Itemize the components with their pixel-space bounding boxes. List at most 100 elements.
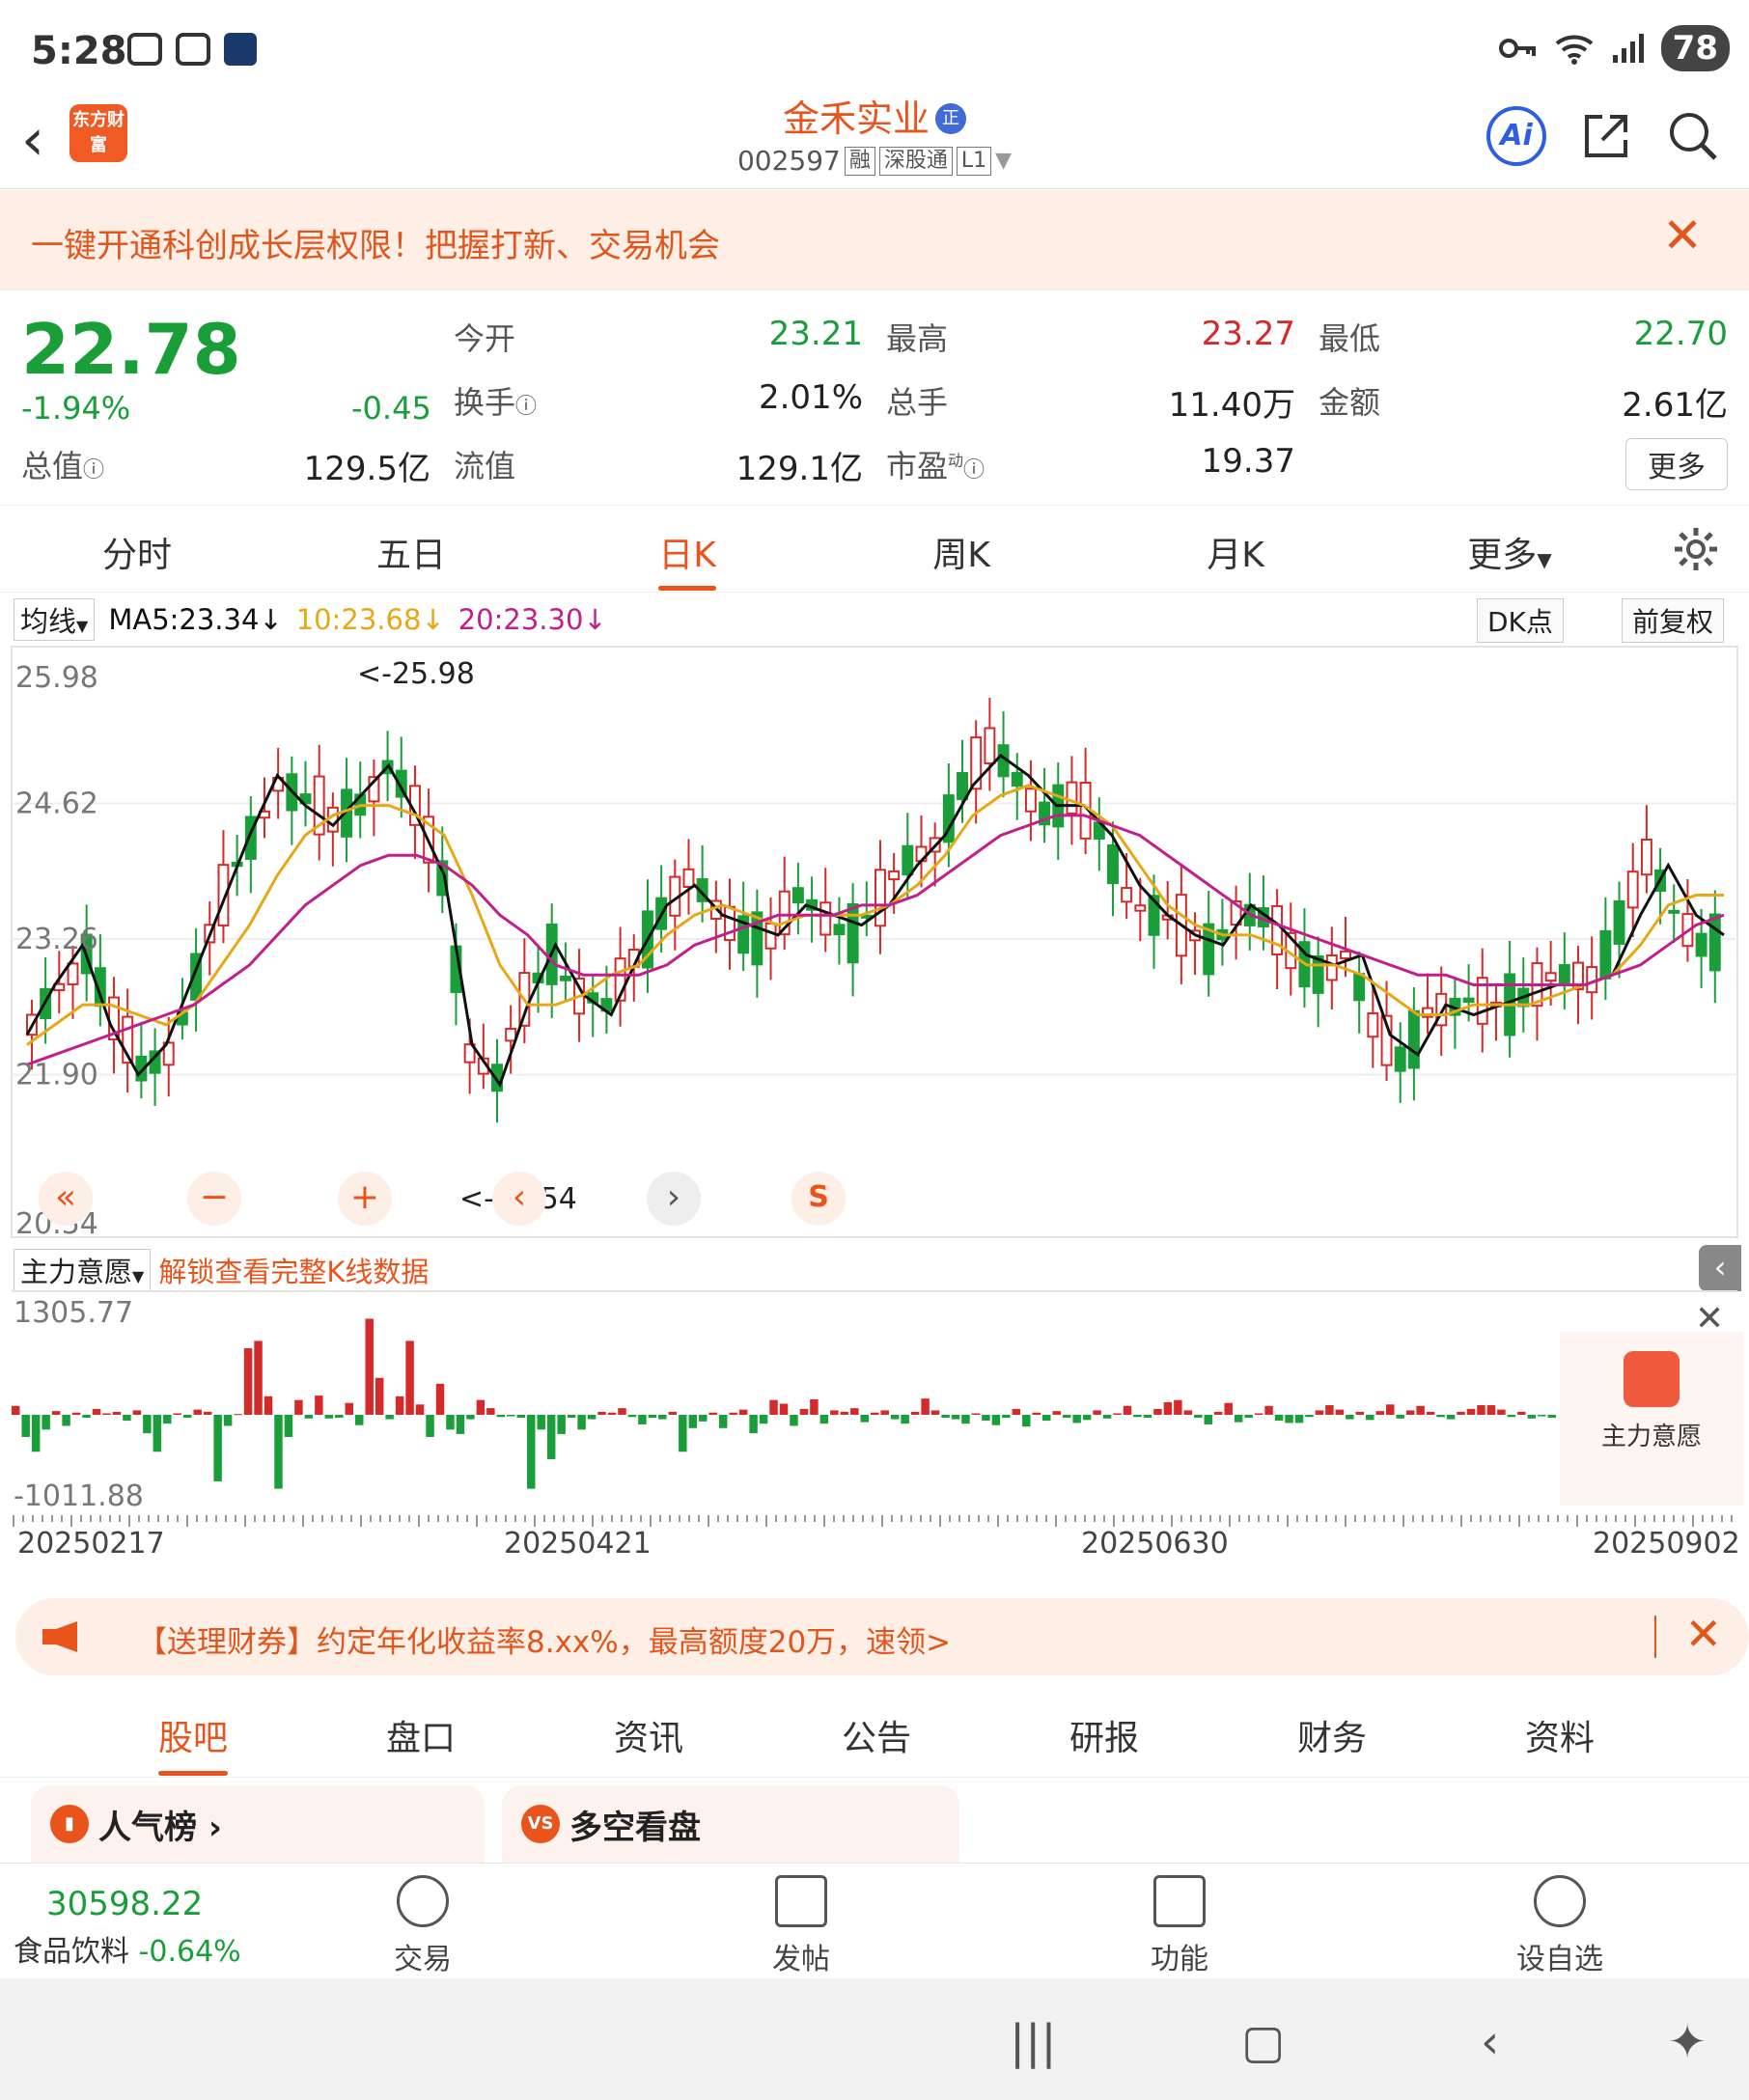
intent-bar [92, 1408, 101, 1415]
intent-bar [1305, 1415, 1314, 1418]
turnover-value: 2.01% [758, 378, 863, 417]
content-tabs: 股吧 盘口 资讯 公告 研报 财务 资料 [0, 1689, 1749, 1778]
lock-chart-icon [1624, 1351, 1680, 1407]
ai-button[interactable]: Ai [1486, 106, 1546, 166]
intent-bar [516, 1415, 525, 1419]
intent-bar [132, 1410, 142, 1415]
zoom-in-button[interactable]: + [338, 1172, 392, 1226]
high-value: 23.27 [1201, 315, 1295, 353]
share-icon[interactable] [1579, 109, 1633, 163]
unlock-link[interactable]: 解锁查看完整K线数据 [158, 1250, 429, 1290]
intent-bar [324, 1415, 334, 1419]
sector-index-line: 食品饮料 -0.64% [14, 1927, 241, 1970]
pe-label[interactable]: 市盈动ⓘ [886, 442, 985, 486]
stock-name[interactable]: 金禾实业正 [783, 97, 966, 141]
add-watchlist-button[interactable]: 设自选 [1492, 1875, 1627, 1977]
status-bar: 5:28 78 [0, 0, 1749, 97]
trade-button[interactable]: 交易 [355, 1875, 490, 1977]
tab-orderbook[interactable]: 盘口 [344, 1710, 498, 1760]
back-button[interactable]: ‹ [21, 106, 44, 174]
indicator-selector[interactable]: 均线▼ [14, 598, 96, 641]
bull-bear-card[interactable]: VS 多空看盘 [502, 1785, 959, 1863]
open-value: 23.21 [768, 315, 863, 353]
zoom-out-far-button[interactable]: « [39, 1172, 93, 1226]
info-icon: ⓘ [83, 458, 105, 483]
dk-point-button[interactable]: DK点 [1477, 598, 1564, 643]
scroll-left-button[interactable]: ‹ [492, 1172, 546, 1226]
tab-finance[interactable]: 财务 [1255, 1710, 1409, 1760]
recent-apps-button[interactable]: ||| [1010, 2015, 1057, 2069]
intent-bar [648, 1415, 657, 1419]
promo-banner[interactable]: 一键开通科创成长层权限！把握打新、交易机会 ✕ [0, 190, 1749, 290]
popularity-card[interactable]: ▮ 人气榜 › [31, 1785, 485, 1863]
intent-bar [1052, 1411, 1061, 1415]
collapse-panel-button[interactable]: ‹ [1699, 1245, 1741, 1291]
close-icon[interactable]: ✕ [1684, 1608, 1722, 1660]
functions-button[interactable]: 功能 [1112, 1875, 1247, 1977]
intent-bar [910, 1411, 920, 1415]
tab-research[interactable]: 研报 [1027, 1710, 1181, 1760]
main-intent-widget[interactable]: 主力意愿 [1560, 1332, 1743, 1506]
intent-bar [810, 1398, 819, 1415]
intent-bar [1335, 1409, 1345, 1415]
quote-panel: 22.78 -1.94% -0.45 今开 23.21 最高 23.27 最低 … [0, 291, 1749, 506]
intent-bar [163, 1415, 172, 1424]
close-icon[interactable]: ✕ [1695, 1299, 1724, 1339]
intent-bar [1285, 1415, 1293, 1423]
tab-weekly-k[interactable]: 周K [865, 527, 1058, 577]
tab-announcements[interactable]: 公告 [799, 1710, 954, 1760]
intent-bar [1062, 1415, 1071, 1419]
intent-bar [1234, 1415, 1243, 1423]
intent-bar [1204, 1415, 1212, 1424]
ad-divider [1654, 1616, 1656, 1658]
tab-more[interactable]: 更多▼ [1413, 527, 1606, 577]
intent-bar [860, 1415, 869, 1423]
intent-bar [1123, 1405, 1132, 1415]
float-value: 129.1亿 [736, 450, 863, 488]
tab-intraday[interactable]: 分时 [41, 527, 234, 577]
mktcap-label[interactable]: 总值ⓘ [21, 442, 104, 486]
candle-body [1353, 973, 1366, 1002]
candle-body [682, 868, 695, 888]
intent-bar [1426, 1411, 1435, 1415]
ad-banner[interactable]: 【送理财券】约定年化收益率8.xx%，最高额度20万，速领> ✕ [15, 1598, 1749, 1675]
intent-bar [304, 1415, 314, 1419]
intent-bar [1416, 1405, 1425, 1415]
tab-five-day[interactable]: 五日 [315, 527, 508, 577]
intent-bar [62, 1415, 70, 1426]
intent-bar [1497, 1409, 1506, 1415]
intent-bar [1325, 1405, 1334, 1415]
turnover-label[interactable]: 换手ⓘ [454, 378, 537, 423]
scroll-right-button[interactable]: › [647, 1172, 701, 1226]
tab-monthly-k[interactable]: 月K [1139, 527, 1332, 577]
intent-bar [264, 1395, 273, 1415]
home-button[interactable]: ▢ [1241, 2015, 1285, 2069]
tab-news[interactable]: 资讯 [571, 1710, 726, 1760]
y-tick-label: 23.26 [15, 923, 98, 956]
candle-body [505, 1028, 517, 1042]
expand-signal-button[interactable]: S [791, 1172, 846, 1226]
tab-forum[interactable]: 股吧 [116, 1710, 270, 1776]
intent-bar [193, 1409, 202, 1415]
zoom-out-button[interactable]: − [187, 1172, 241, 1226]
back-nav-button[interactable]: ‹ [1481, 2015, 1499, 2069]
kline-chart[interactable]: 25.9824.6223.2621.9020.54<-25.98<-20.54 [0, 645, 1749, 1243]
intent-bar [546, 1415, 556, 1459]
more-button[interactable]: 更多 [1625, 438, 1728, 490]
close-icon[interactable]: ✕ [1662, 207, 1703, 263]
adjust-button[interactable]: 前复权 [1622, 598, 1725, 643]
search-icon[interactable] [1666, 109, 1720, 163]
gear-icon[interactable] [1672, 525, 1720, 573]
pe-superscript: 动 [948, 451, 964, 470]
candle-body [1312, 954, 1324, 994]
candle-body [1544, 972, 1557, 982]
intent-bar [1517, 1411, 1526, 1415]
accessibility-icon[interactable]: ✦ [1668, 2015, 1707, 2069]
sector-index-value: 30598.22 [46, 1885, 204, 1923]
sub-indicator-selector[interactable]: 主力意愿▼ [14, 1249, 152, 1291]
tab-profile[interactable]: 资料 [1483, 1710, 1637, 1760]
intent-bar [557, 1415, 566, 1434]
post-button[interactable]: 发帖 [734, 1875, 869, 1977]
tab-daily-k[interactable]: 日K [591, 527, 784, 591]
volume-value: 11.40万 [1168, 386, 1295, 425]
